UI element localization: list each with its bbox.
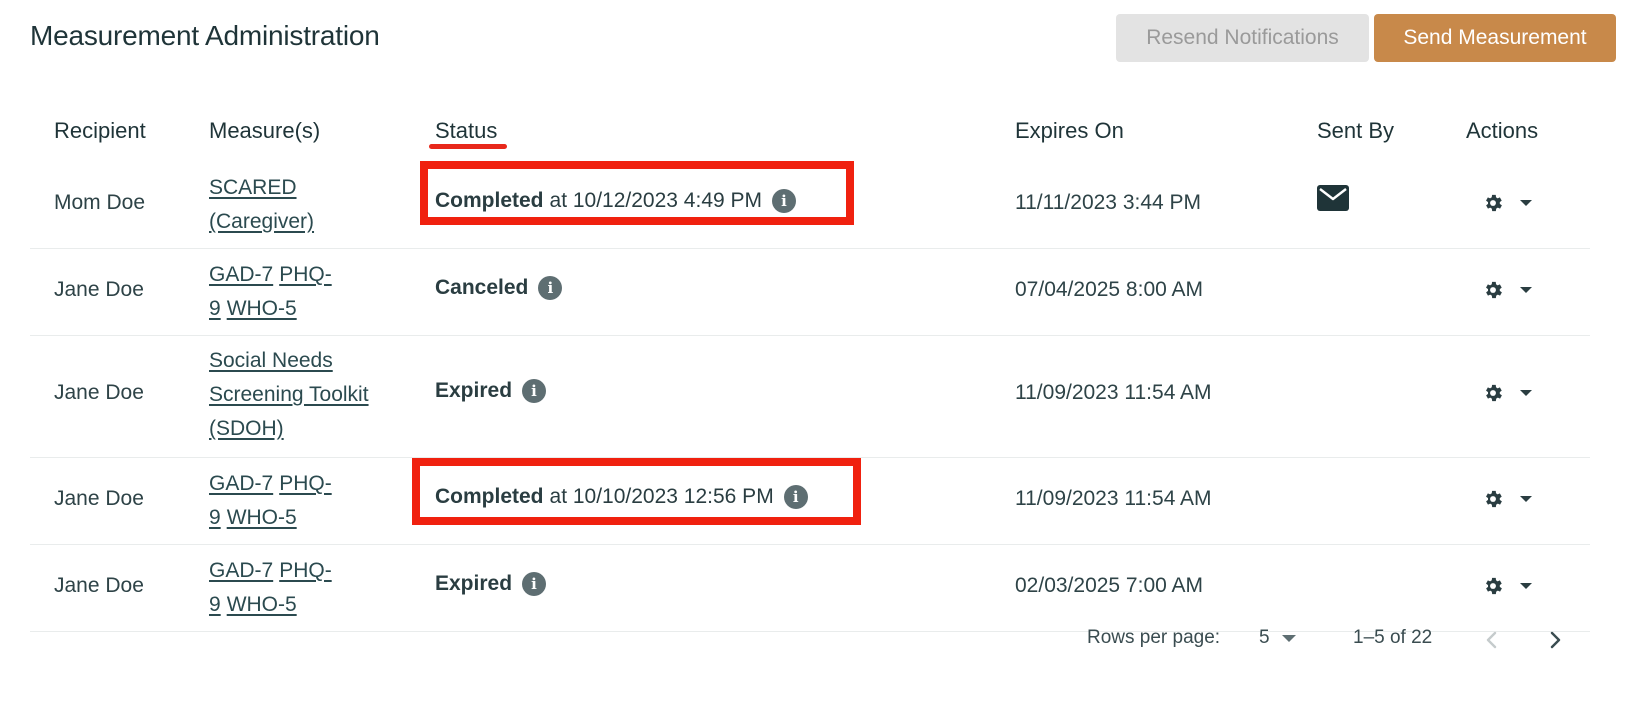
caret-down-icon — [1520, 390, 1532, 396]
info-icon[interactable]: i — [522, 572, 547, 596]
column-header-sent-by[interactable]: Sent By — [1317, 118, 1394, 144]
gear-icon — [1486, 384, 1502, 402]
table-row: Jane Doe Social Needs Screening Toolkit (… — [30, 336, 1590, 458]
measure-link[interactable]: Social Needs Screening Toolkit (SDOH) — [209, 349, 369, 440]
recipient-cell: Jane Doe — [54, 278, 144, 301]
recipient-cell: Jane Doe — [54, 574, 144, 597]
measures-cell: Social Needs Screening Toolkit (SDOH) — [209, 344, 399, 446]
row-actions-menu[interactable] — [1482, 382, 1532, 404]
caret-down-icon — [1281, 634, 1296, 642]
table-row: Jane Doe GAD-7 PHQ-9 WHO-5 Expired i 02/03/202… — [30, 545, 1590, 632]
status-label: Expired — [435, 572, 513, 595]
sent-by-cell — [1317, 185, 1349, 217]
measure-link[interactable]: GAD-7 — [209, 263, 273, 286]
info-icon[interactable]: i — [538, 276, 563, 300]
caret-down-icon — [1520, 287, 1532, 293]
chevron-right-icon[interactable] — [1543, 628, 1567, 652]
status-underline-annotation — [429, 144, 507, 149]
caret-down-icon — [1520, 200, 1532, 206]
rows-per-page-select[interactable]: 5 — [1259, 627, 1296, 649]
expires-cell: 02/03/2025 7:00 AM — [1015, 574, 1203, 597]
chevron-left-icon[interactable] — [1480, 628, 1504, 652]
page-title: Measurement Administration — [30, 20, 380, 51]
caret-down-icon — [1520, 496, 1532, 502]
send-measurement-button[interactable]: Send Measurement — [1374, 14, 1616, 62]
gear-icon — [1486, 490, 1502, 508]
measures-cell: SCARED (Caregiver) — [209, 171, 399, 239]
recipient-cell: Mom Doe — [54, 191, 146, 214]
rows-per-page-label: Rows per page: — [1087, 627, 1221, 648]
caret-down-icon — [1520, 583, 1532, 589]
table-row: Mom Doe SCARED (Caregiver) Completed at 10/… — [30, 162, 1590, 249]
measures-cell: GAD-7 PHQ-9 WHO-5 — [209, 467, 399, 535]
gear-icon — [1486, 577, 1502, 595]
rows-per-page-value: 5 — [1259, 627, 1270, 648]
expires-cell: 11/09/2023 11:54 AM — [1015, 381, 1212, 404]
pagination-range: 1–5 of 22 — [1353, 627, 1433, 648]
column-header-recipient[interactable]: Recipient — [54, 118, 146, 144]
expires-cell: 11/09/2023 11:54 AM — [1015, 487, 1212, 510]
status-label: Expired — [435, 379, 513, 402]
table-row: Jane Doe GAD-7 PHQ-9 WHO-5 Canceled i 07/04/20… — [30, 249, 1590, 336]
recipient-cell: Jane Doe — [54, 381, 144, 404]
table-row: Jane Doe GAD-7 PHQ-9 WHO-5 Completed at 10/10… — [30, 458, 1590, 545]
measures-cell: GAD-7 PHQ-9 WHO-5 — [209, 258, 399, 326]
measure-link[interactable]: WHO-5 — [227, 506, 297, 529]
row-actions-menu[interactable] — [1482, 488, 1532, 510]
status-label: Canceled — [435, 276, 529, 299]
row-actions-menu[interactable] — [1482, 575, 1532, 597]
status-detail: at 10/12/2023 4:49 PM — [549, 189, 763, 212]
column-header-expires[interactable]: Expires On — [1015, 118, 1124, 144]
measure-link[interactable]: WHO-5 — [227, 593, 297, 616]
table-body: Mom Doe SCARED (Caregiver) Completed at 10/… — [30, 162, 1590, 632]
row-actions-menu[interactable] — [1482, 279, 1532, 301]
recipient-cell: Jane Doe — [54, 487, 144, 510]
resend-notifications-button[interactable]: Resend Notifications — [1116, 14, 1369, 62]
column-header-measures[interactable]: Measure(s) — [209, 118, 320, 144]
envelope-icon[interactable] — [1317, 185, 1349, 211]
gear-icon — [1486, 281, 1502, 299]
status-cell: Completed at 10/10/2023 12:56 PM i — [435, 485, 808, 509]
measures-cell: GAD-7 PHQ-9 WHO-5 — [209, 554, 399, 622]
measurement-table: Recipient Measure(s) Status Expires On S… — [30, 100, 1590, 632]
status-label: Completed — [435, 485, 544, 508]
pagination: Rows per page: 5 1–5 of 22 — [0, 622, 1628, 658]
measure-link[interactable]: WHO-5 — [227, 297, 297, 320]
info-icon[interactable]: i — [783, 485, 808, 509]
expires-cell: 11/11/2023 3:44 PM — [1015, 191, 1202, 214]
status-detail: at 10/10/2023 12:56 PM — [549, 485, 774, 508]
column-header-actions: Actions — [1466, 118, 1539, 143]
expires-cell: 07/04/2025 8:00 AM — [1015, 278, 1203, 301]
status-cell: Completed at 10/12/2023 4:49 PM i — [435, 189, 797, 213]
measure-link[interactable]: GAD-7 — [209, 559, 273, 582]
row-actions-menu[interactable] — [1482, 192, 1532, 214]
table-header: Recipient Measure(s) Status Expires On S… — [30, 100, 1590, 162]
status-cell: Expired i — [435, 572, 547, 596]
gear-icon — [1486, 194, 1502, 212]
info-icon[interactable]: i — [522, 379, 547, 403]
measure-link[interactable]: GAD-7 — [209, 472, 273, 495]
measure-link[interactable]: SCARED (Caregiver) — [209, 176, 314, 233]
column-header-status[interactable]: Status — [435, 118, 497, 144]
info-icon[interactable]: i — [772, 189, 797, 213]
status-cell: Canceled i — [435, 276, 563, 300]
status-label: Completed — [435, 189, 544, 212]
status-cell: Expired i — [435, 379, 547, 403]
